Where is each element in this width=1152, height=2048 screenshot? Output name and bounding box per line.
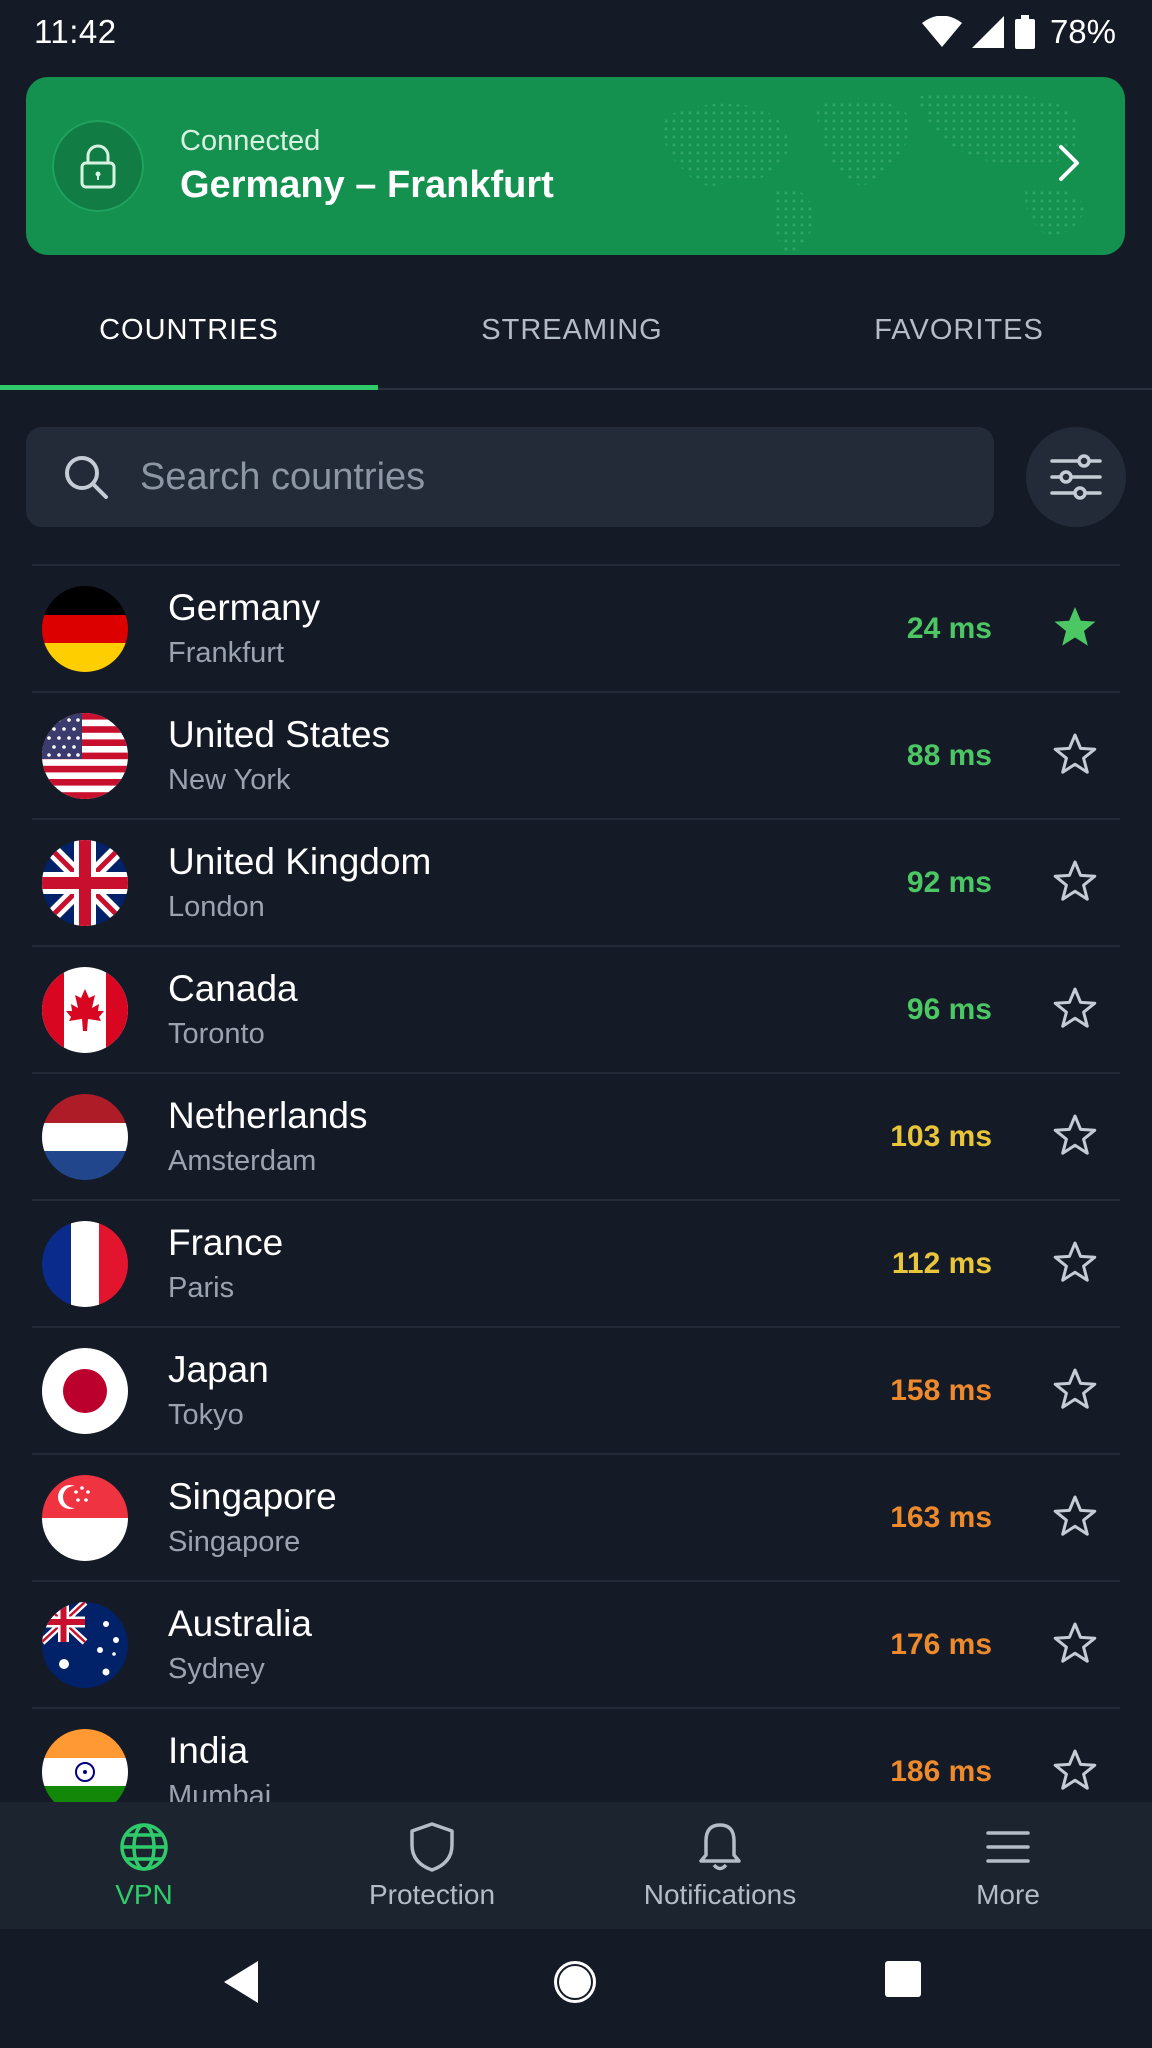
- nav-more-label: More: [976, 1878, 1040, 1910]
- nav-more[interactable]: More: [864, 1802, 1152, 1929]
- search-input[interactable]: [140, 455, 994, 499]
- nav-notifications[interactable]: Notifications: [576, 1802, 864, 1929]
- signal-icon: [971, 16, 1004, 48]
- ping-value: 92 ms: [906, 865, 992, 899]
- active-tab-indicator: [0, 385, 378, 390]
- server-row-canada[interactable]: Canada Toronto 96 ms: [32, 947, 1120, 1074]
- france-flag-icon: [42, 1220, 128, 1307]
- ping-value: 163 ms: [890, 1500, 992, 1534]
- server-row-france[interactable]: France Paris 112 ms: [32, 1201, 1120, 1328]
- server-row-singapore[interactable]: Singapore Singapore 163 ms: [32, 1455, 1120, 1582]
- star-outline-icon[interactable]: [1052, 1366, 1098, 1412]
- australia-flag-icon: [42, 1601, 128, 1688]
- star-outline-icon[interactable]: [1052, 1493, 1098, 1539]
- sliders-icon: [1050, 454, 1102, 500]
- star-filled-icon[interactable]: [1052, 604, 1098, 650]
- server-row-netherlands[interactable]: Netherlands Amsterdam 103 ms: [32, 1074, 1120, 1201]
- server-row-india[interactable]: India Mumbai 186 ms: [32, 1709, 1120, 1804]
- server-row-australia[interactable]: Australia Sydney 176 ms: [32, 1582, 1120, 1709]
- menu-icon: [986, 1830, 1030, 1863]
- bottom-navigation: VPN Protection Notifications More: [0, 1802, 1152, 1929]
- nav-protection[interactable]: Protection: [288, 1802, 576, 1929]
- filter-button[interactable]: [1026, 427, 1126, 527]
- server-row-united-kingdom[interactable]: United Kingdom London 92 ms: [32, 820, 1120, 947]
- nav-vpn[interactable]: VPN: [0, 1802, 288, 1929]
- home-icon[interactable]: [552, 1959, 598, 2005]
- tab-countries[interactable]: COUNTRIES: [0, 270, 378, 390]
- ping-value: 88 ms: [906, 738, 992, 772]
- wifi-icon: [921, 16, 962, 47]
- banner-text: Connected Germany – Frankfurt: [180, 125, 554, 207]
- server-row-japan[interactable]: Japan Tokyo 158 ms: [32, 1328, 1120, 1455]
- search-bar[interactable]: [26, 427, 994, 527]
- status-bar: 11:42 78%: [0, 0, 1152, 64]
- connection-banner[interactable]: Connected Germany – Frankfurt: [26, 77, 1125, 255]
- germany-flag-icon: [42, 585, 128, 672]
- ping-value: 186 ms: [890, 1754, 992, 1788]
- ping-value: 158 ms: [890, 1373, 992, 1407]
- nav-protection-label: Protection: [368, 1878, 496, 1910]
- canada-flag-icon: [42, 966, 128, 1053]
- star-outline-icon[interactable]: [1052, 1112, 1098, 1158]
- india-flag-icon: [42, 1728, 128, 1804]
- battery-percent: 78%: [1049, 13, 1116, 50]
- system-navigation-bar: [0, 1929, 1152, 2048]
- ping-value: 96 ms: [906, 992, 992, 1026]
- battery-icon: [1014, 15, 1035, 49]
- shield-icon: [410, 1821, 454, 1872]
- world-map-decoration: [663, 91, 1086, 252]
- star-outline-icon[interactable]: [1052, 1747, 1098, 1793]
- uk-flag-icon: [42, 839, 128, 926]
- back-icon[interactable]: [222, 1959, 262, 2005]
- status-time: 11:42: [34, 13, 117, 50]
- japan-flag-icon: [42, 1347, 128, 1434]
- tab-streaming[interactable]: STREAMING: [378, 270, 766, 390]
- singapore-flag-icon: [42, 1474, 128, 1561]
- ping-value: 24 ms: [906, 611, 992, 645]
- server-list[interactable]: Germany Frankfurt 24 ms United States Ne…: [32, 564, 1120, 1804]
- ping-value: 103 ms: [890, 1119, 992, 1153]
- star-outline-icon[interactable]: [1052, 731, 1098, 777]
- star-outline-icon[interactable]: [1052, 1239, 1098, 1285]
- netherlands-flag-icon: [42, 1093, 128, 1180]
- bell-icon: [699, 1822, 741, 1870]
- nav-notifications-label: Notifications: [643, 1878, 797, 1910]
- status-icons: 78%: [921, 13, 1116, 51]
- lock-icon-container: [52, 120, 144, 212]
- star-outline-icon[interactable]: [1052, 985, 1098, 1031]
- ping-value: 176 ms: [890, 1627, 992, 1661]
- chevron-right-icon: [1059, 145, 1079, 181]
- tab-bar: COUNTRIES STREAMING FAVORITES: [0, 270, 1152, 390]
- server-row-germany[interactable]: Germany Frankfurt 24 ms: [32, 566, 1120, 693]
- globe-icon: [120, 1822, 168, 1871]
- nav-vpn-label: VPN: [115, 1878, 173, 1910]
- star-outline-icon[interactable]: [1052, 858, 1098, 904]
- server-row-united-states[interactable]: United States New York 88 ms: [32, 693, 1120, 820]
- star-outline-icon[interactable]: [1052, 1620, 1098, 1666]
- ping-value: 112 ms: [891, 1246, 992, 1280]
- lock-icon: [80, 144, 116, 189]
- tab-favorites[interactable]: FAVORITES: [766, 270, 1152, 390]
- connected-location: Germany – Frankfurt: [180, 164, 554, 206]
- usa-flag-icon: [42, 712, 128, 799]
- recents-icon[interactable]: [883, 1959, 923, 1999]
- connection-status: Connected: [180, 125, 321, 157]
- search-icon: [65, 456, 108, 499]
